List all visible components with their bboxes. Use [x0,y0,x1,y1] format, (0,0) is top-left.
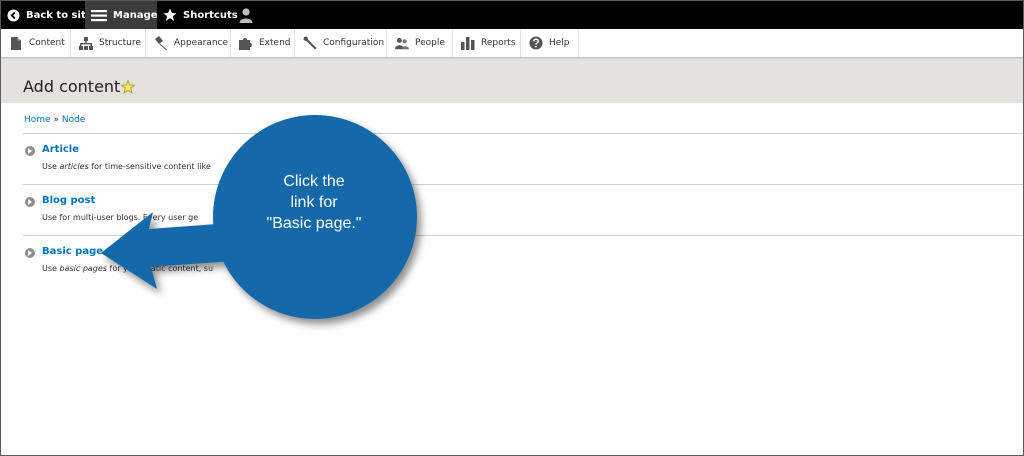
divider [23,235,1023,236]
callout-text: Click the link for "Basic page." [234,171,394,234]
toolbar-item-label: Appearance [174,38,229,48]
back-arrow-icon [7,9,20,22]
toolbar-item-structure[interactable]: Structure [71,29,146,57]
manage-label: Manage [113,9,158,21]
toolbar-item-label: People [415,38,445,48]
callout-line: "Basic page." [266,215,362,232]
wrench-icon [303,36,317,50]
back-to-site-label: Back to site [26,9,93,21]
breadcrumb-node-link[interactable]: Node [62,115,86,125]
breadcrumb-separator: » [53,115,59,125]
toolbar-item-appearance[interactable]: Appearance [146,29,231,57]
puzzle-icon [239,36,253,50]
chevron-right-icon [25,248,35,258]
toolbar-item-label: Extend [259,38,291,48]
hamburger-icon [91,9,107,22]
manage-tray: Content Structure Appearance Extend Conf… [1,29,1023,58]
toolbar-item-help[interactable]: Help [521,29,579,57]
content-type-description: Use articles for time-sensitive content … [42,162,211,171]
content-type-basic-page-link[interactable]: Basic page [42,246,103,257]
toolbar-item-label: Configuration [323,38,385,48]
sitemap-icon [79,36,93,50]
toolbar-item-label: Help [549,38,570,48]
toolbar-item-extend[interactable]: Extend [231,29,295,57]
toolbar-item-label: Structure [99,38,141,48]
shortcuts-label: Shortcuts [183,9,238,21]
breadcrumb-home-link[interactable]: Home [24,115,51,125]
callout-line: Click the [283,173,345,190]
toolbar-item-label: Content [29,38,65,48]
content-type-blog-post-link[interactable]: Blog post [42,195,95,206]
chevron-right-icon [25,197,35,207]
content-type-description: Use for multi-user blogs. Every user ge [42,213,199,222]
breadcrumb: Home » Node [24,115,85,125]
back-to-site-link[interactable]: Back to site [7,1,93,29]
toolbar-item-content[interactable]: Content [1,29,71,57]
brush-icon [154,36,168,50]
divider [23,133,1023,134]
content-type-article-link[interactable]: Article [42,144,79,155]
callout-line: link for [290,194,338,211]
help-icon [529,36,543,50]
user-tab[interactable] [239,1,259,29]
screenshot-frame: Back to site Manage Shortcuts Content St… [0,0,1024,456]
page-header [1,59,1023,103]
user-icon [239,7,253,23]
add-to-shortcuts-star-icon[interactable] [120,79,136,98]
content-type-description: Use basic pages for your static content,… [42,264,214,273]
toolbar-item-configuration[interactable]: Configuration [295,29,387,57]
toolbar-item-label: Reports [481,38,516,48]
page-title: Add content [23,77,121,96]
document-icon [9,36,23,50]
chevron-right-icon [25,146,35,156]
bar-chart-icon [461,36,475,50]
toolbar-item-people[interactable]: People [387,29,453,57]
manage-tab[interactable]: Manage [85,1,158,29]
toolbar-item-reports[interactable]: Reports [453,29,521,57]
divider [23,184,1023,185]
admin-toolbar: Back to site Manage Shortcuts [1,1,1023,29]
shortcuts-tab[interactable]: Shortcuts [163,1,238,29]
people-icon [395,36,409,50]
star-icon [163,8,177,22]
